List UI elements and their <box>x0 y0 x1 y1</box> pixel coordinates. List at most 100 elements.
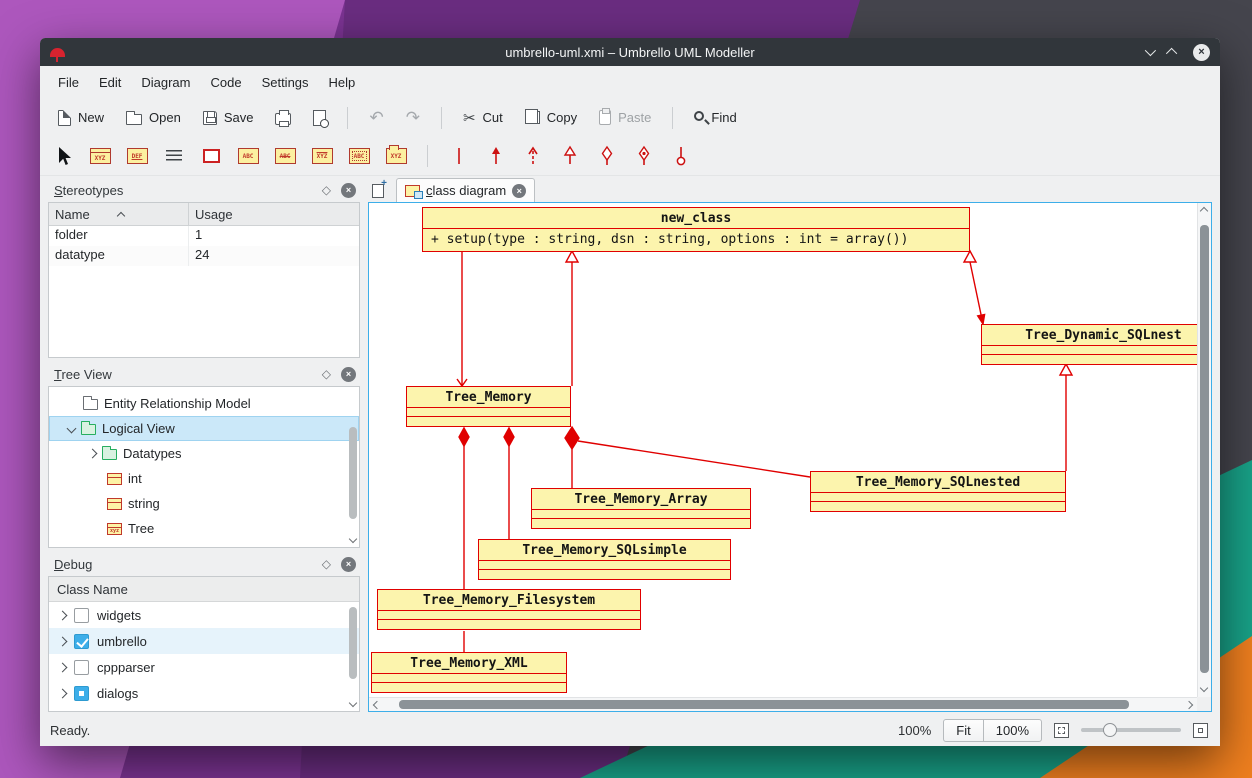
object-tool-button[interactable] <box>124 142 150 170</box>
tree-item-string[interactable]: string <box>49 491 359 516</box>
debug-scrollbar-thumb[interactable] <box>349 607 357 679</box>
chevron-right-icon[interactable] <box>88 449 98 459</box>
column-header-name[interactable]: Name <box>49 203 189 225</box>
vertical-scrollbar-thumb[interactable] <box>1200 225 1209 673</box>
float-dock-icon[interactable] <box>322 558 331 570</box>
canvas-horizontal-scrollbar[interactable] <box>369 697 1197 711</box>
generalization-tool-button[interactable] <box>557 142 583 170</box>
table-row[interactable]: datatype 24 <box>49 246 359 266</box>
menu-settings[interactable]: Settings <box>252 70 319 95</box>
debug-item-cppparser[interactable]: cppparser <box>49 654 359 680</box>
association-tool-button[interactable] <box>446 142 472 170</box>
class-tool-button[interactable] <box>87 142 113 170</box>
uml-class-tree-dynamic-sqlnest[interactable]: Tree_Dynamic_SQLnest <box>981 324 1212 365</box>
diagram-canvas[interactable]: new_class + setup(type : string, dsn : s… <box>368 202 1212 712</box>
tab-class-diagram[interactable]: class diagram <box>396 178 535 202</box>
select-tool-button[interactable] <box>50 142 76 170</box>
copy-button[interactable]: Copy <box>517 106 585 129</box>
table-row[interactable]: folder 1 <box>49 226 359 246</box>
box-tool-button[interactable] <box>198 142 224 170</box>
debug-item-umbrello[interactable]: umbrello <box>49 628 359 654</box>
dependency-tool-button[interactable] <box>520 142 546 170</box>
close-dock-icon[interactable] <box>341 183 356 198</box>
zoom-100-button[interactable]: 100% <box>983 719 1042 742</box>
float-dock-icon[interactable] <box>322 368 331 380</box>
column-header-usage[interactable]: Usage <box>189 203 359 225</box>
close-button[interactable] <box>1193 44 1210 61</box>
chevron-right-icon[interactable] <box>58 662 68 672</box>
uml-class-tree-memory-xml[interactable]: Tree_Memory_XML <box>371 652 567 693</box>
tree-item-datatypes[interactable]: Datatypes <box>49 441 359 466</box>
new-button[interactable]: New <box>50 106 112 130</box>
canvas-vertical-scrollbar[interactable] <box>1197 203 1211 697</box>
aggregation-tool-button[interactable] <box>594 142 620 170</box>
chevron-right-icon[interactable] <box>58 636 68 646</box>
new-tab-button[interactable] <box>368 181 388 201</box>
scroll-down-icon[interactable] <box>1200 684 1208 692</box>
tree-view-dock-header[interactable]: Tree View <box>48 362 360 386</box>
chevron-down-icon[interactable] <box>67 424 77 434</box>
tree-item-entity-relationship-model[interactable]: Entity Relationship Model <box>49 391 359 416</box>
undo-button[interactable] <box>361 105 391 130</box>
directed-association-tool-button[interactable] <box>483 142 509 170</box>
stereotypes-dock-header[interactable]: Stereotypes <box>48 178 360 202</box>
datatype-tool-button[interactable] <box>272 142 298 170</box>
uml-class-tree-memory[interactable]: Tree_Memory <box>406 386 571 427</box>
composition-tool-button[interactable] <box>631 142 657 170</box>
checkbox-partial[interactable] <box>74 686 89 701</box>
scroll-up-icon[interactable] <box>1200 207 1208 215</box>
find-button[interactable]: Find <box>686 106 744 129</box>
enum-tool-button[interactable] <box>309 142 335 170</box>
tree-scrollbar-thumb[interactable] <box>349 427 357 519</box>
note-tool-button[interactable] <box>161 142 187 170</box>
titlebar[interactable]: umbrello-uml.xmi – Umbrello UML Modeller <box>40 38 1220 66</box>
shade-button[interactable] <box>1145 45 1156 56</box>
debug-dock-header[interactable]: Debug <box>48 552 360 576</box>
checkbox-unchecked[interactable] <box>74 608 89 623</box>
uml-class-tree-memory-sqlnested[interactable]: Tree_Memory_SQLnested <box>810 471 1066 512</box>
menu-file[interactable]: File <box>48 70 89 95</box>
uml-class-tree-memory-sqlsimple[interactable]: Tree_Memory_SQLsimple <box>478 539 731 580</box>
close-dock-icon[interactable] <box>341 367 356 382</box>
float-dock-icon[interactable] <box>322 184 331 196</box>
menu-code[interactable]: Code <box>200 70 251 95</box>
tab-close-icon[interactable] <box>512 184 526 198</box>
uml-class-tree-memory-array[interactable]: Tree_Memory_Array <box>531 488 751 529</box>
zoom-slider-thumb[interactable] <box>1103 723 1117 737</box>
save-button[interactable]: Save <box>195 106 262 129</box>
debug-item-dialogs[interactable]: dialogs <box>49 680 359 706</box>
redo-button[interactable] <box>398 105 428 130</box>
close-dock-icon[interactable] <box>341 557 356 572</box>
print-button[interactable] <box>267 106 299 129</box>
tree-item-int[interactable]: int <box>49 466 359 491</box>
uml-class-new-class[interactable]: new_class + setup(type : string, dsn : s… <box>422 207 970 252</box>
entity-tool-button[interactable] <box>346 142 372 170</box>
print-preview-button[interactable] <box>305 106 334 130</box>
zoom-slider[interactable] <box>1081 722 1181 738</box>
chevron-right-icon[interactable] <box>58 610 68 620</box>
tree-item-tree[interactable]: Tree <box>49 516 359 541</box>
cut-button[interactable]: Cut <box>455 105 511 131</box>
checkbox-checked[interactable] <box>74 634 89 649</box>
checkbox-unchecked[interactable] <box>74 660 89 675</box>
scroll-right-icon[interactable] <box>1185 701 1193 709</box>
maximize-button[interactable] <box>1166 48 1177 59</box>
menu-help[interactable]: Help <box>319 70 366 95</box>
tree-item-label: Logical View <box>102 421 175 436</box>
package-tool-button[interactable] <box>383 142 409 170</box>
fullscreen-icon[interactable] <box>1193 723 1208 738</box>
containment-tool-button[interactable] <box>668 142 694 170</box>
chevron-right-icon[interactable] <box>58 688 68 698</box>
fit-page-icon[interactable] <box>1054 723 1069 738</box>
debug-item-widgets[interactable]: widgets <box>49 602 359 628</box>
menu-diagram[interactable]: Diagram <box>131 70 200 95</box>
scroll-left-icon[interactable] <box>373 701 381 709</box>
paste-button[interactable]: Paste <box>591 106 659 129</box>
tree-item-logical-view[interactable]: Logical View <box>49 416 359 441</box>
horizontal-scrollbar-thumb[interactable] <box>399 700 1129 709</box>
fit-button[interactable]: Fit <box>943 719 983 742</box>
menu-edit[interactable]: Edit <box>89 70 131 95</box>
open-button[interactable]: Open <box>118 106 189 129</box>
uml-class-tree-memory-filesystem[interactable]: Tree_Memory_Filesystem <box>377 589 641 630</box>
label-tool-button[interactable] <box>235 142 261 170</box>
